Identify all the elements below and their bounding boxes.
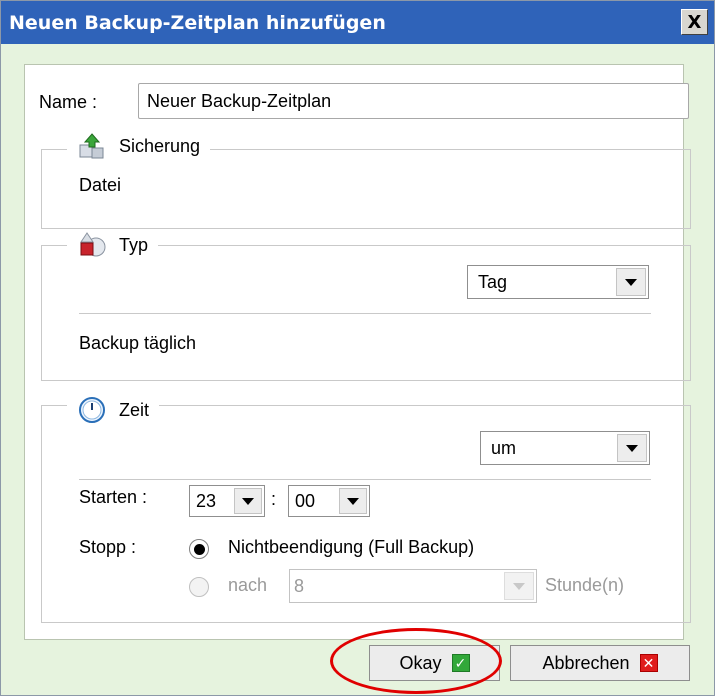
typ-select[interactable]: Tag bbox=[467, 265, 649, 299]
clock-icon bbox=[77, 395, 107, 425]
typ-select-value: Tag bbox=[478, 271, 508, 292]
stop-label: Stopp : bbox=[79, 537, 137, 557]
sicherung-legend: Sicherung bbox=[67, 131, 211, 161]
chevron-down-icon bbox=[504, 572, 534, 600]
stop-never-radio[interactable] bbox=[189, 539, 209, 559]
zeit-legend-label: Zeit bbox=[119, 399, 150, 420]
name-label: Name : bbox=[39, 92, 98, 112]
stop-after-radio[interactable] bbox=[189, 577, 209, 597]
start-hour-value: 23 bbox=[196, 490, 217, 511]
typ-legend: Typ bbox=[67, 230, 159, 260]
cancel-button[interactable]: Abbrechen ✕ bbox=[510, 645, 690, 681]
typ-divider bbox=[79, 313, 651, 314]
zeit-divider bbox=[79, 479, 651, 480]
time-separator: : bbox=[271, 489, 277, 509]
stop-hours-select[interactable]: 8 bbox=[289, 569, 537, 603]
stop-after-label: nach bbox=[228, 575, 268, 595]
content-panel: Name : Sicherung Datei bbox=[24, 64, 691, 640]
chevron-down-icon bbox=[339, 488, 367, 514]
chevron-down-icon bbox=[234, 488, 262, 514]
cancel-x-icon: ✕ bbox=[639, 654, 658, 672]
typ-legend-label: Typ bbox=[119, 234, 149, 255]
sicherung-legend-label: Sicherung bbox=[119, 135, 201, 156]
stop-never-label: Nichtbeendigung (Full Backup) bbox=[228, 537, 475, 557]
type-shapes-icon bbox=[77, 230, 107, 260]
start-minute-value: 00 bbox=[295, 490, 316, 511]
zeit-mode-value: um bbox=[491, 437, 517, 458]
ok-button-label: Okay bbox=[399, 652, 442, 673]
backup-boxes-icon bbox=[77, 131, 107, 161]
start-hour-select[interactable]: 23 bbox=[189, 485, 265, 517]
close-button[interactable]: X bbox=[681, 9, 708, 35]
typ-description: Backup täglich bbox=[79, 333, 197, 353]
stop-hours-value: 8 bbox=[294, 575, 305, 596]
close-icon: X bbox=[687, 11, 702, 33]
sicherung-group bbox=[41, 149, 691, 229]
sicherung-value: Datei bbox=[79, 175, 122, 195]
dialog-window: Neuen Backup-Zeitplan hinzufügen X Name … bbox=[0, 0, 715, 696]
zeit-mode-select[interactable]: um bbox=[480, 431, 650, 465]
chevron-down-icon bbox=[617, 434, 647, 462]
check-icon: ✓ bbox=[451, 654, 470, 672]
cancel-button-label: Abbrechen bbox=[542, 652, 630, 673]
start-label: Starten : bbox=[79, 487, 148, 507]
stop-hours-unit: Stunde(n) bbox=[545, 575, 625, 595]
start-minute-select[interactable]: 00 bbox=[288, 485, 370, 517]
chevron-down-icon bbox=[616, 268, 646, 296]
name-input[interactable] bbox=[138, 83, 689, 119]
ok-button[interactable]: Okay ✓ bbox=[369, 645, 500, 681]
zeit-legend: Zeit bbox=[67, 395, 160, 425]
dialog-title: Neuen Backup-Zeitplan hinzufügen bbox=[9, 11, 386, 34]
title-bar: Neuen Backup-Zeitplan hinzufügen X bbox=[1, 1, 714, 44]
